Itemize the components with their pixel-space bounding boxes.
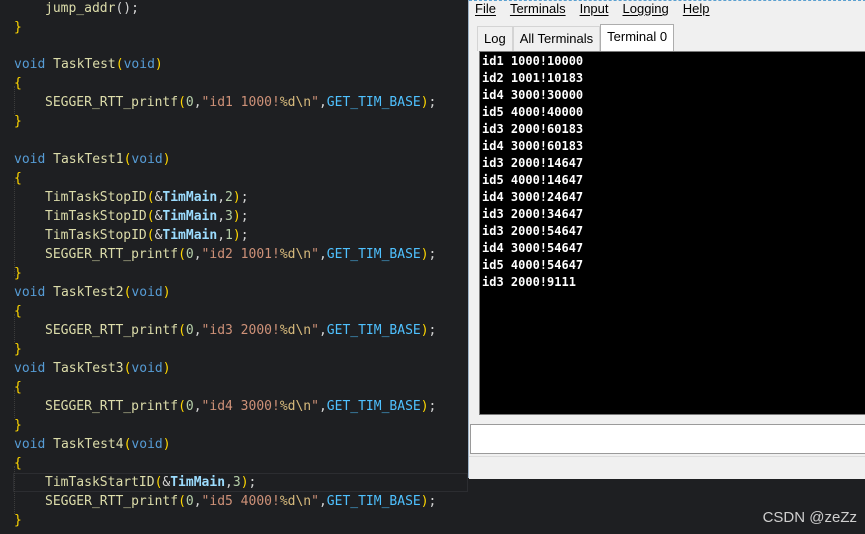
code-line[interactable]: void TaskTest4(void) xyxy=(14,435,171,454)
code-line[interactable]: SEGGER_RTT_printf(0,"id1 1000!%d\n",GET_… xyxy=(0,93,436,112)
terminal-line: id4 3000!30000 xyxy=(482,88,584,102)
terminal-line: id3 2000!54647 xyxy=(482,224,584,238)
menu-input[interactable]: Input xyxy=(580,1,609,19)
terminal-output[interactable]: id1 1000!10000 id2 1001!10183 id4 3000!300… xyxy=(479,51,865,415)
terminal-line: id3 2000!9111 xyxy=(482,275,576,289)
code-line[interactable]: TimTaskStartID(&TimMain,3); xyxy=(0,473,256,492)
code-line[interactable]: void TaskTest1(void) xyxy=(14,150,171,169)
code-line[interactable]: void TaskTest(void) xyxy=(14,55,163,74)
terminal-line: id3 2000!60183 xyxy=(482,122,584,136)
code-line[interactable]: { xyxy=(14,302,22,321)
code-line[interactable]: { xyxy=(14,378,22,397)
status-bar xyxy=(469,456,865,479)
code-line[interactable]: } xyxy=(14,112,22,131)
code-line[interactable]: jump_addr(); xyxy=(0,0,139,18)
code-line[interactable]: TimTaskStopID(&TimMain,3); xyxy=(0,207,249,226)
menu-terminals[interactable]: Terminals xyxy=(510,1,566,19)
watermark: CSDN @zeZz xyxy=(762,509,857,526)
code-line[interactable]: { xyxy=(14,169,22,188)
menu-help[interactable]: Help xyxy=(683,1,710,19)
code-line[interactable]: { xyxy=(14,454,22,473)
terminal-line: id1 1000!10000 xyxy=(482,54,584,68)
tab-bar: Log All Terminals Terminal 0 xyxy=(477,24,675,51)
tab-terminal-0[interactable]: Terminal 0 xyxy=(600,24,675,51)
code-line[interactable]: SEGGER_RTT_printf(0,"id5 4000!%d\n",GET_… xyxy=(0,492,436,511)
terminal-line: id5 4000!40000 xyxy=(482,105,584,119)
code-line[interactable]: } xyxy=(14,18,22,37)
terminal-line: id4 3000!60183 xyxy=(482,139,584,153)
tab-all-terminals[interactable]: All Terminals xyxy=(512,26,601,51)
terminal-line: id2 1001!10183 xyxy=(482,71,584,85)
code-line[interactable]: TimTaskStopID(&TimMain,1); xyxy=(0,226,249,245)
code-line[interactable]: } xyxy=(14,416,22,435)
terminal-line: id3 2000!14647 xyxy=(482,156,584,170)
menu-logging[interactable]: Logging xyxy=(623,1,669,19)
code-line[interactable]: } xyxy=(14,511,22,530)
code-line[interactable]: SEGGER_RTT_printf(0,"id2 1001!%d\n",GET_… xyxy=(0,245,436,264)
code-line[interactable]: TimTaskStopID(&TimMain,2); xyxy=(0,188,249,207)
menu-bar: File Terminals Input Logging Help xyxy=(475,1,710,19)
command-input[interactable] xyxy=(470,424,865,454)
jump-addr-call: jump_addr xyxy=(45,1,116,16)
terminal-line: id4 3000!54647 xyxy=(482,241,584,255)
terminal-line: id4 3000!24647 xyxy=(482,190,584,204)
code-line[interactable]: void TaskTest3(void) xyxy=(14,359,171,378)
rtt-viewer-window: File Terminals Input Logging Help Log Al… xyxy=(468,0,865,479)
code-line[interactable]: } xyxy=(14,264,22,283)
code-line[interactable]: SEGGER_RTT_printf(0,"id3 2000!%d\n",GET_… xyxy=(0,321,436,340)
code-line[interactable]: SEGGER_RTT_printf(0,"id4 3000!%d\n",GET_… xyxy=(0,397,436,416)
tab-log[interactable]: Log xyxy=(477,26,513,51)
menu-file[interactable]: File xyxy=(475,1,496,19)
terminal-line: id5 4000!14647 xyxy=(482,173,584,187)
terminal-line: id3 2000!34647 xyxy=(482,207,584,221)
code-line[interactable]: void TaskTest2(void) xyxy=(14,283,171,302)
terminal-line: id5 4000!54647 xyxy=(482,258,584,272)
code-line[interactable]: { xyxy=(14,74,22,93)
code-line[interactable]: } xyxy=(14,340,22,359)
